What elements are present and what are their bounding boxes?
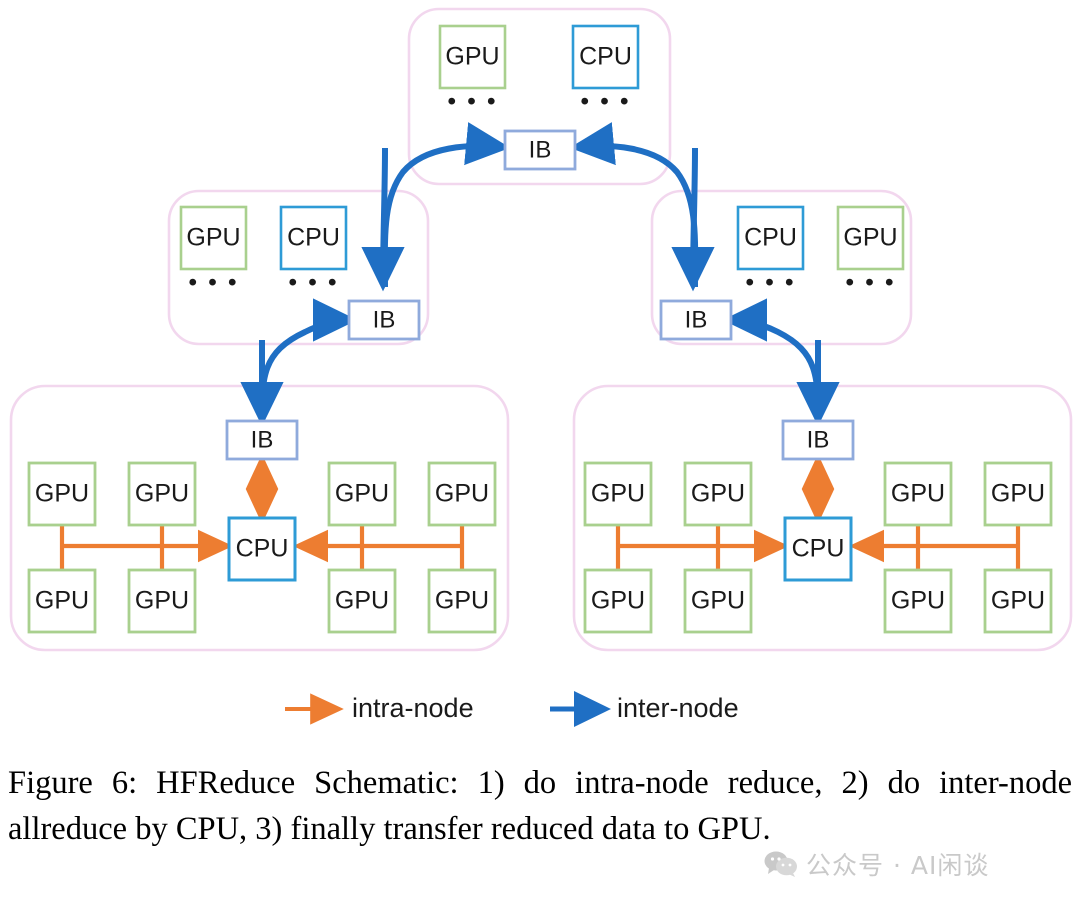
gpu-box-label: GPU [135, 587, 189, 615]
gpu-box-label: GPU [591, 480, 645, 508]
legend-label-inter-node: inter-node [617, 693, 739, 723]
gpu-box: GPU [27, 568, 97, 634]
inter-node-arrow-top-to-mr [671, 147, 715, 292]
gpu-box: GPU [583, 568, 653, 634]
middle-right-cpu-box: CPU • • • [736, 205, 805, 297]
ib-box-label: IB [685, 306, 708, 333]
legend-item-intra-node: intra-node [285, 693, 474, 725]
gpu-box-label: GPU [891, 480, 945, 508]
bottom-left-ib-box: IB [225, 419, 299, 461]
gpu-box: GPU [683, 568, 753, 634]
gpu-box: GPU [127, 568, 197, 634]
cpu-ellipsis: • • • [745, 269, 795, 297]
gpu-box-label: GPU [891, 587, 945, 615]
cpu-box-label: CPU [236, 535, 289, 563]
cpu-ellipsis: • • • [288, 269, 338, 297]
ib-box-label: IB [529, 136, 552, 163]
gpu-box-label: GPU [335, 587, 389, 615]
figure-container: GPU • • • CPU • • • IB GPU • • • CPU • •… [0, 0, 1080, 907]
middle-right-ib-box: IB [659, 299, 733, 341]
bottom-right-cpu-box: CPU [783, 516, 853, 582]
gpu-box-label: GPU [186, 224, 240, 252]
gpu-box: GPU [983, 568, 1053, 634]
gpu-box: GPU [327, 568, 397, 634]
legend-item-inter-node: inter-node [550, 691, 739, 727]
middle-left-ib-box: IB [347, 299, 421, 341]
gpu-box-label: GPU [135, 480, 189, 508]
gpu-box-label: GPU [435, 587, 489, 615]
gpu-ellipsis: • • • [845, 269, 895, 297]
inter-node-arrow-top-to-ml [361, 147, 405, 292]
gpu-ellipsis: • • • [188, 269, 238, 297]
gpu-box: GPU [583, 461, 653, 527]
middle-right-gpu-box: GPU • • • [836, 205, 905, 297]
middle-left-cpu-box: CPU • • • [279, 205, 348, 297]
wechat-icon [764, 851, 798, 877]
gpu-box-label: GPU [35, 587, 89, 615]
cpu-box-label: CPU [792, 535, 845, 563]
gpu-box: GPU [327, 461, 397, 527]
bottom-left-cpu-box: CPU [227, 516, 297, 582]
gpu-box-label: GPU [335, 480, 389, 508]
gpu-ellipsis: • • • [447, 88, 497, 116]
top-node-ib-box: IB [503, 129, 577, 171]
hfreduce-schematic-diagram: GPU • • • CPU • • • IB GPU • • • CPU • •… [9, 7, 1073, 727]
gpu-box: GPU [883, 461, 953, 527]
cpu-box-label: CPU [287, 224, 340, 252]
gpu-box-label: GPU [591, 587, 645, 615]
figure-caption: Figure 6: HFReduce Schematic: 1) do intr… [8, 765, 1072, 848]
ib-box-label: IB [251, 426, 274, 453]
gpu-box-label: GPU [35, 480, 89, 508]
gpu-box-label: GPU [991, 587, 1045, 615]
gpu-box-label: GPU [991, 480, 1045, 508]
gpu-box-label: GPU [445, 43, 499, 71]
ib-box-label: IB [373, 306, 396, 333]
gpu-box: GPU [427, 461, 497, 527]
top-node-cpu-box: CPU • • • [571, 24, 640, 116]
gpu-box: GPU [427, 568, 497, 634]
gpu-box: GPU [883, 568, 953, 634]
gpu-box-label: GPU [435, 480, 489, 508]
cpu-ellipsis: • • • [580, 88, 630, 116]
gpu-box: GPU [27, 461, 97, 527]
bottom-right-ib-box: IB [781, 419, 855, 461]
top-node-gpu-box: GPU • • • [438, 24, 507, 116]
middle-left-gpu-box: GPU • • • [179, 205, 248, 297]
gpu-box-label: GPU [843, 224, 897, 252]
gpu-box-label: GPU [691, 480, 745, 508]
legend-label-intra-node: intra-node [352, 693, 474, 723]
gpu-box: GPU [983, 461, 1053, 527]
gpu-box: GPU [683, 461, 753, 527]
legend: intra-node inter-node [285, 691, 739, 727]
cpu-box-label: CPU [579, 43, 632, 71]
gpu-box: GPU [127, 461, 197, 527]
gpu-box-label: GPU [691, 587, 745, 615]
ib-box-label: IB [807, 426, 830, 453]
cpu-box-label: CPU [744, 224, 797, 252]
